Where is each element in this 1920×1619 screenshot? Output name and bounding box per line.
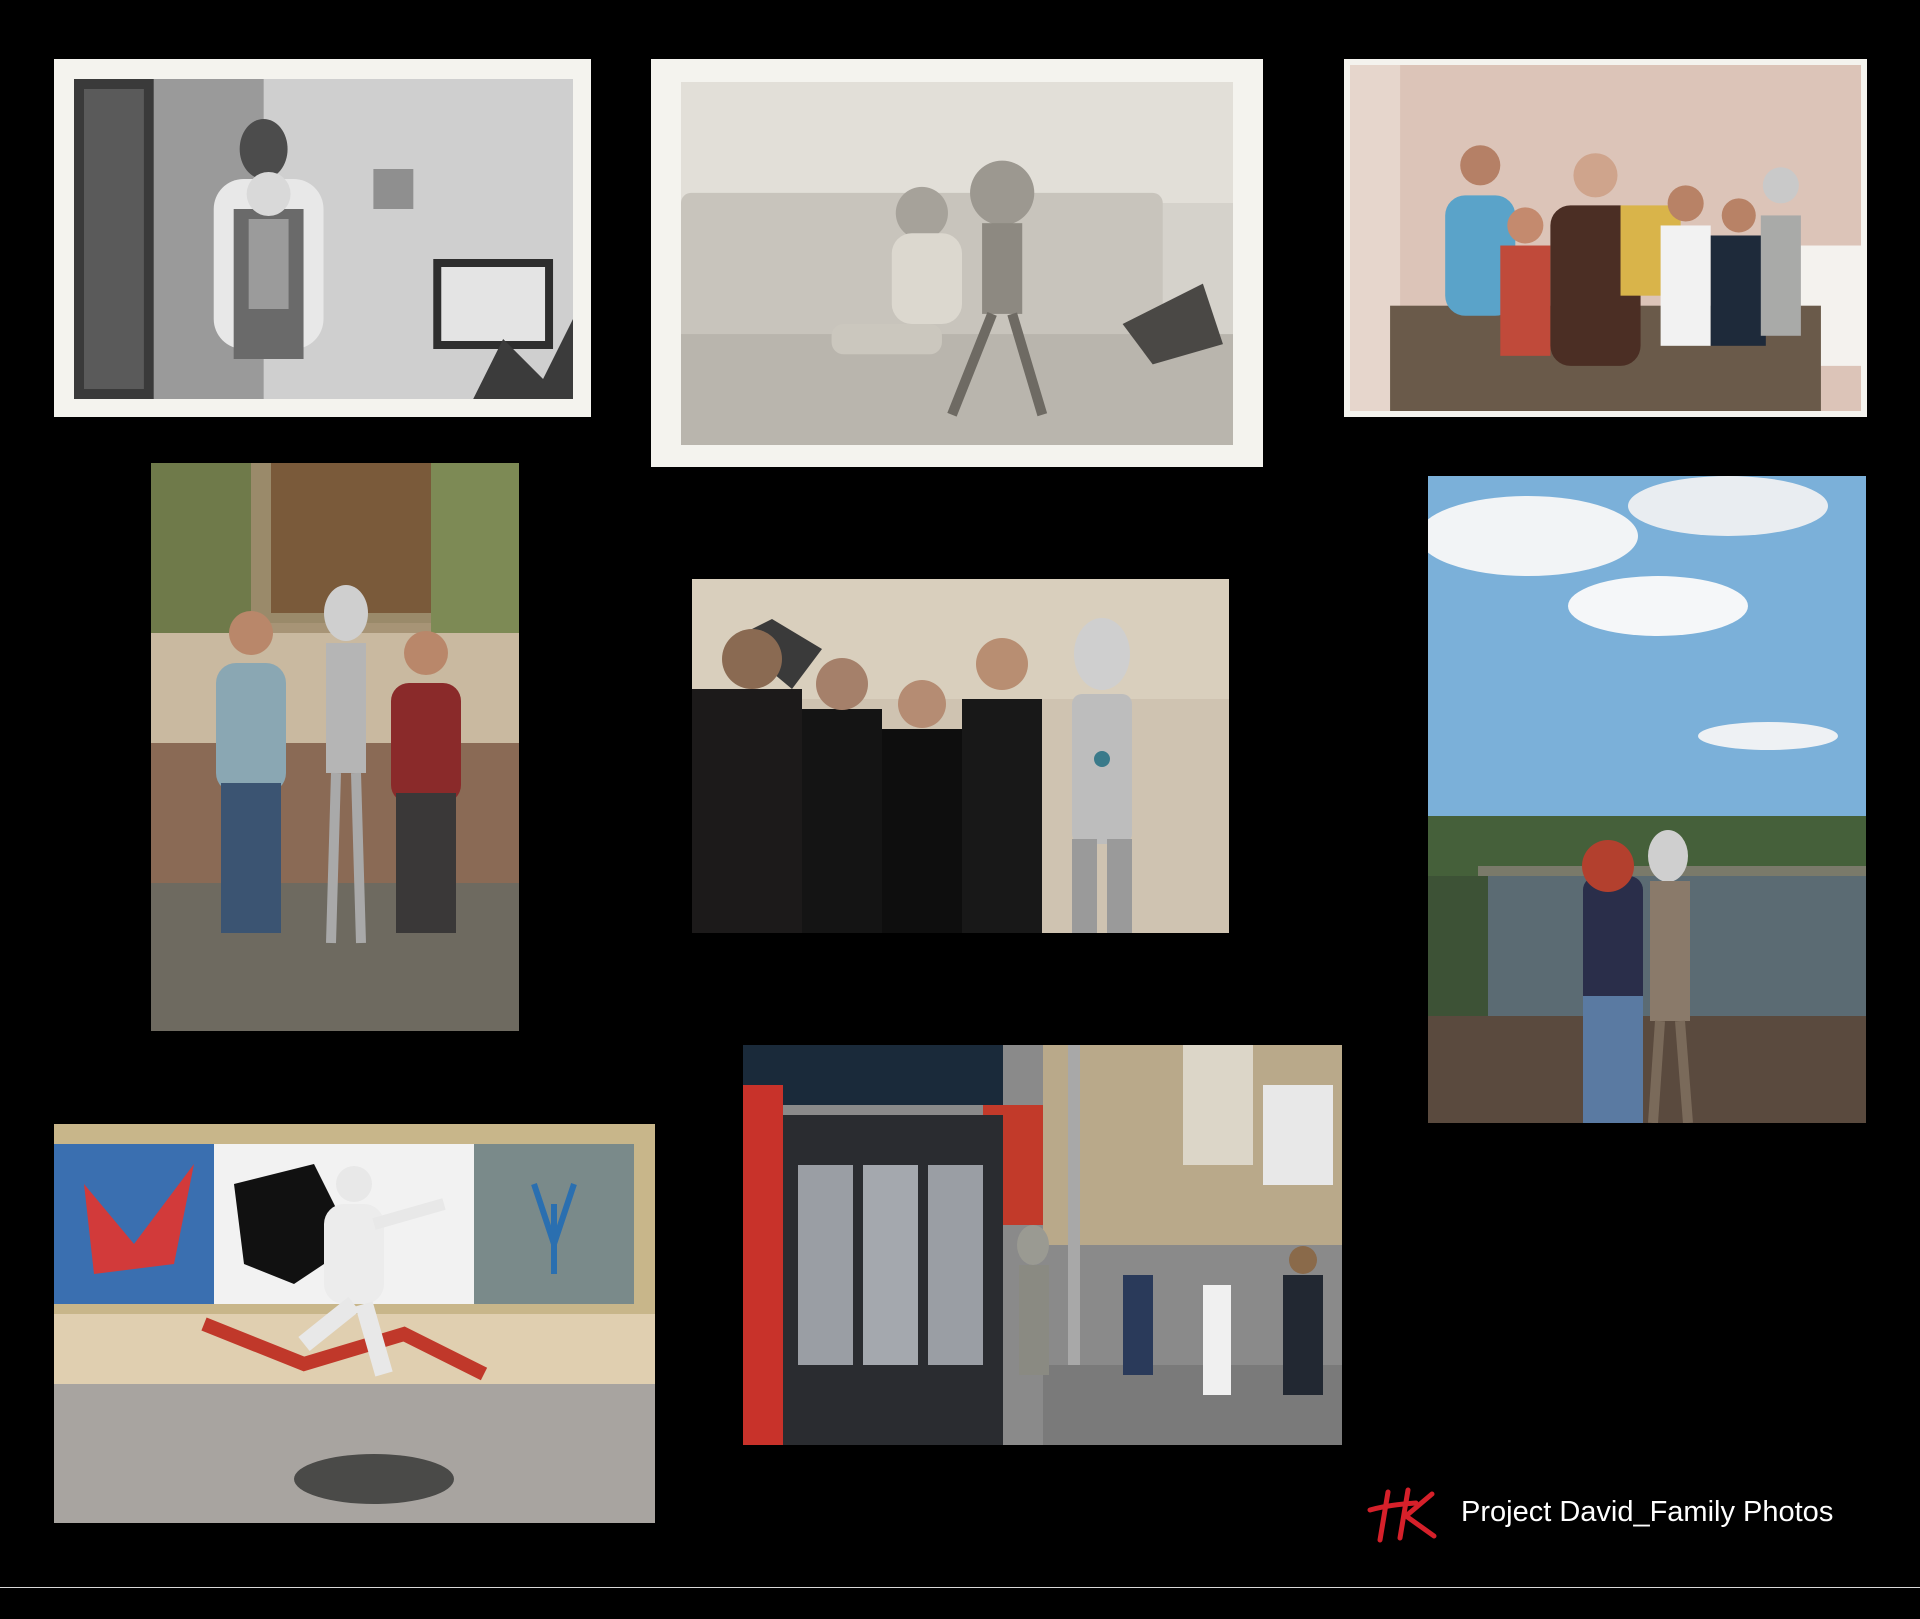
footer-divider: [0, 1587, 1920, 1588]
photo-2-image: [681, 82, 1233, 445]
photo-4-image: [151, 463, 519, 1031]
photo-7-image: [54, 1124, 655, 1523]
photo-1: [54, 59, 591, 417]
photo-6: [1428, 476, 1866, 1123]
photo-1-image: [74, 79, 573, 399]
photo-2: [651, 59, 1263, 467]
photo-5: [692, 579, 1229, 933]
photo-6-image: [1428, 476, 1866, 1123]
page-caption: Project David_Family Photos: [1461, 1496, 1834, 1528]
photo-7: [54, 1124, 655, 1523]
photo-3-image: [1350, 65, 1861, 411]
photo-4: [151, 463, 519, 1031]
hk-logo-icon: [1364, 1484, 1440, 1544]
photo-8: [743, 1045, 1342, 1445]
photo-3: [1344, 59, 1867, 417]
photo-5-image: [692, 579, 1229, 933]
photo-8-image: [743, 1045, 1342, 1445]
